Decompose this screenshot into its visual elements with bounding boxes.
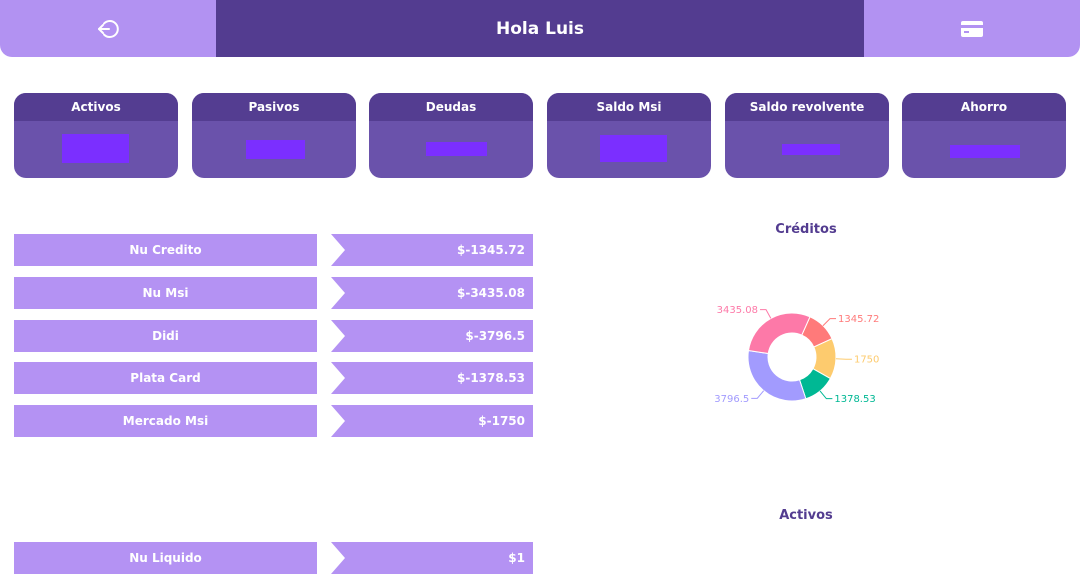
summary-card-value bbox=[426, 142, 487, 156]
credit-row-name[interactable]: Didi bbox=[14, 320, 317, 352]
summary-card-title: Saldo revolvente bbox=[725, 93, 889, 121]
credit-row-amount: $-3435.08 bbox=[331, 277, 533, 309]
credit-row-name[interactable]: Mercado Msi bbox=[14, 405, 317, 437]
slice-leader-line bbox=[823, 319, 836, 326]
summary-card-value bbox=[600, 135, 667, 162]
credit-row-name[interactable]: Plata Card bbox=[14, 362, 317, 394]
slice-value-label: 1345.72 bbox=[838, 314, 879, 325]
summary-card-saldo-revolvente: Saldo revolvente bbox=[725, 93, 889, 178]
summary-card-deudas: Deudas bbox=[369, 93, 533, 178]
credit-row-name[interactable]: Nu Msi bbox=[14, 277, 317, 309]
page-title: Hola Luis bbox=[496, 19, 584, 39]
logout-icon bbox=[96, 17, 120, 41]
summary-card-title: Activos bbox=[14, 93, 178, 121]
credit-row-amount: $-1378.53 bbox=[331, 362, 533, 394]
activos-chart-title: Activos bbox=[706, 508, 906, 523]
summary-card-saldo-msi: Saldo Msi bbox=[547, 93, 711, 178]
credit-row-name[interactable]: Nu Credito bbox=[14, 234, 317, 266]
asset-row-name[interactable]: Nu Liquido bbox=[14, 542, 317, 574]
donut-slice[interactable] bbox=[748, 351, 806, 401]
creditos-chart-title: Créditos bbox=[706, 222, 906, 237]
slice-leader-line bbox=[751, 391, 763, 399]
asset-row-amount: $1 bbox=[331, 542, 533, 574]
summary-card-value bbox=[782, 144, 840, 155]
credit-row-amount: $-1750 bbox=[331, 405, 533, 437]
credit-row-amount: $-1345.72 bbox=[331, 234, 533, 266]
slice-value-label: 1378.53 bbox=[834, 394, 875, 405]
top-bar: Hola Luis bbox=[0, 0, 1080, 57]
credit-row-amount: $-3796.5 bbox=[331, 320, 533, 352]
summary-card-value bbox=[62, 134, 129, 163]
summary-card-title: Pasivos bbox=[192, 93, 356, 121]
summary-card-title: Saldo Msi bbox=[547, 93, 711, 121]
summary-card-ahorro: Ahorro bbox=[902, 93, 1066, 178]
slice-value-label: 3435.08 bbox=[717, 305, 758, 316]
slice-leader-line bbox=[820, 391, 832, 399]
donut-slice[interactable] bbox=[748, 313, 809, 353]
creditos-donut-chart: 1345.72 1750 1378.53 3796.5 3435.08 bbox=[690, 262, 930, 442]
summary-card-activos: Activos bbox=[14, 93, 178, 178]
summary-card-title: Ahorro bbox=[902, 93, 1066, 121]
summary-card-title: Deudas bbox=[369, 93, 533, 121]
summary-card-pasivos: Pasivos bbox=[192, 93, 356, 178]
slice-value-label: 1750 bbox=[854, 355, 879, 366]
slice-value-label: 3796.5 bbox=[714, 394, 749, 405]
summary-card-value bbox=[246, 140, 305, 159]
slice-leader-line bbox=[760, 310, 771, 319]
logout-button[interactable] bbox=[0, 0, 216, 57]
summary-card-value bbox=[950, 145, 1020, 158]
cards-button[interactable] bbox=[864, 0, 1080, 57]
credit-card-icon bbox=[960, 19, 984, 39]
header-title-bar: Hola Luis bbox=[216, 0, 864, 57]
